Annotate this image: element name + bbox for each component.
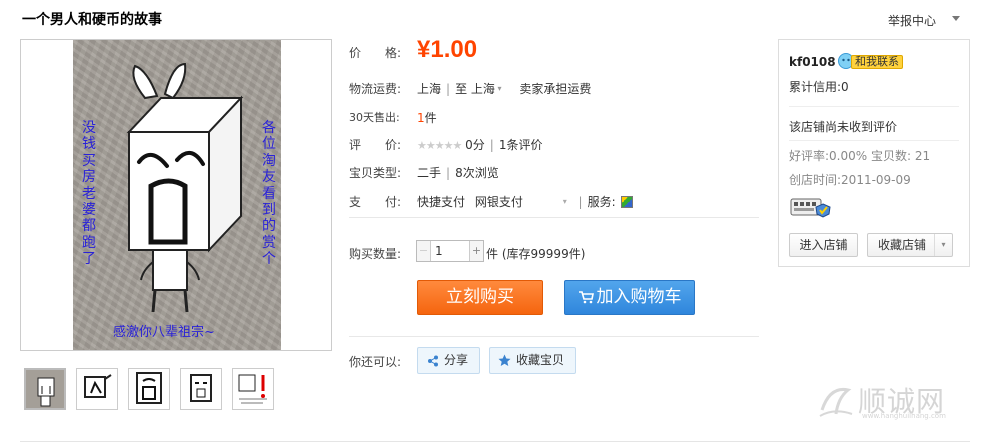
quantity-unit: 件 (486, 247, 499, 261)
star-rating-icon: ★★★★★ (417, 139, 462, 152)
share-label: 分享 (444, 353, 469, 367)
type-value: 二手 | 8次浏览 (417, 166, 499, 180)
chevron-down-icon[interactable]: ▾ (934, 234, 952, 256)
view-count: 8次浏览 (455, 166, 499, 180)
rating-count-link[interactable]: 1条评价 (499, 138, 543, 152)
price-value: ¥1.00 (417, 36, 478, 63)
pay-method-2: 网银支付 (474, 195, 523, 209)
sold-row: 30天售出: 1件 (349, 109, 437, 125)
pay-method-1: 快捷支付 (417, 195, 466, 209)
seller-panel: kf0108 和我联系 累计信用:0 该店铺尚未收到评价 好评率:0.00% 宝… (778, 39, 970, 267)
report-center-link[interactable]: 举报中心 (888, 12, 960, 29)
sold-value: 1件 (417, 109, 437, 126)
price-label: 价 格: (349, 46, 402, 60)
share-icon (428, 355, 438, 367)
rating-value: ★★★★★ 0分 | 1条评价 (417, 138, 543, 152)
site-watermark: 顺诚网 www.hanghuilhang.com (816, 380, 946, 423)
sold-label: 30天售出: (349, 111, 400, 124)
shipping-to-sep: 至 (455, 82, 468, 96)
shipping-label: 物流运费: (349, 82, 402, 96)
product-photo: 没钱买房老婆都跑了 各位淘友看到的赏个 感激你八辈祖宗~ (73, 40, 281, 350)
main-product-image[interactable]: 没钱买房老婆都跑了 各位淘友看到的赏个 感激你八辈祖宗~ (20, 39, 332, 351)
add-to-cart-label: 加入购物车 (596, 287, 682, 307)
rabbit-illustration (126, 62, 244, 313)
thumbnail-3[interactable] (128, 368, 170, 410)
item-count: 宝贝数: 21 (871, 149, 931, 163)
thumbnail-1[interactable] (24, 368, 66, 410)
share-button[interactable]: 分享 (417, 347, 480, 374)
cart-icon (578, 291, 594, 304)
seller-stats: 好评率:0.00% 宝贝数: 21 (789, 147, 930, 164)
payment-row: 支 付: 快捷支付 网银支付 ▾ | 服务: (349, 193, 634, 210)
shipping-from: 上海 (417, 82, 442, 96)
contact-label: 和我联系 (851, 55, 903, 69)
quantity-input[interactable] (432, 241, 469, 261)
image-right-caption: 各位淘友看到的赏个 (262, 120, 276, 268)
rating-row: 评 价: ★★★★★ 0分 | 1条评价 (349, 136, 542, 153)
sold-unit: 件 (424, 111, 437, 125)
report-label: 举报中心 (888, 14, 937, 28)
service-label: 服务: (587, 195, 616, 209)
seller-badge-icon (790, 198, 831, 218)
star-icon (498, 354, 511, 366)
type-row: 宝贝类型: 二手 | 8次浏览 (349, 164, 499, 181)
quantity-row: 购买数量: (349, 245, 401, 262)
price-row: 价 格: ¥1.00 (349, 36, 477, 63)
shipping-to-select[interactable]: 上海 (471, 82, 495, 96)
shipping-value: 上海 | 至 上海 ▾ 卖家承担运费 (417, 82, 592, 96)
shipping-row: 物流运费: 上海 | 至 上海 ▾ 卖家承担运费 (349, 80, 591, 97)
favorite-store-label: 收藏店铺 (878, 238, 927, 252)
stock-info: 件 (库存99999件) (486, 245, 585, 262)
watermark-logo-icon (819, 387, 853, 417)
rating-score: 0分 (465, 138, 485, 152)
item-condition: 二手 (417, 166, 442, 180)
enter-store-button[interactable]: 进入店铺 (789, 233, 858, 257)
quantity-label: 购买数量: (349, 247, 402, 261)
favorite-label: 收藏宝贝 (516, 353, 565, 367)
increase-button[interactable]: + (469, 241, 483, 261)
add-to-cart-button[interactable]: 加入购物车 (564, 280, 695, 315)
sold-count: 1 (417, 111, 425, 125)
shipping-fee: 卖家承担运费 (519, 82, 592, 96)
payment-label: 支 付: (349, 195, 402, 209)
payment-value: 快捷支付 网银支付 ▾ | 服务: (417, 193, 634, 210)
also-row: 你还可以: (349, 353, 401, 370)
thumbnail-2[interactable] (76, 368, 118, 410)
chevron-down-icon: ▾ (494, 84, 502, 93)
thumbnail-4[interactable] (180, 368, 222, 410)
buy-now-button[interactable]: 立刻购买 (417, 280, 543, 315)
type-label: 宝贝类型: (349, 166, 402, 180)
favorite-store-button[interactable]: 收藏店铺 ▾ (867, 233, 953, 257)
seller-name[interactable]: kf0108 (789, 55, 836, 69)
stock-text: (库存99999件) (501, 247, 586, 261)
favorite-item-button[interactable]: 收藏宝贝 (489, 347, 576, 374)
seller-credit: 累计信用:0 (789, 80, 849, 94)
quantity-stepper[interactable]: − + (416, 240, 484, 262)
image-left-caption: 没钱买房老婆都跑了 (82, 120, 96, 268)
service-guarantee-icon[interactable] (621, 196, 634, 208)
good-rate: 好评率:0.00% (789, 149, 868, 163)
also-label: 你还可以: (349, 355, 402, 369)
decrease-button[interactable]: − (417, 241, 431, 261)
chevron-down-icon (952, 16, 960, 21)
watermark-url: www.hanghuilhang.com (862, 412, 946, 420)
product-title: 一个男人和硬币的故事 (22, 12, 162, 28)
no-review-text: 该店铺尚未收到评价 (789, 120, 898, 134)
payment-dropdown-icon[interactable]: ▾ (563, 197, 567, 206)
image-bottom-caption: 感激你八辈祖宗~ (113, 325, 215, 340)
store-created: 创店时间:2011-09-09 (789, 173, 911, 187)
rating-label: 评 价: (349, 138, 402, 152)
thumbnail-5[interactable] (232, 368, 274, 410)
